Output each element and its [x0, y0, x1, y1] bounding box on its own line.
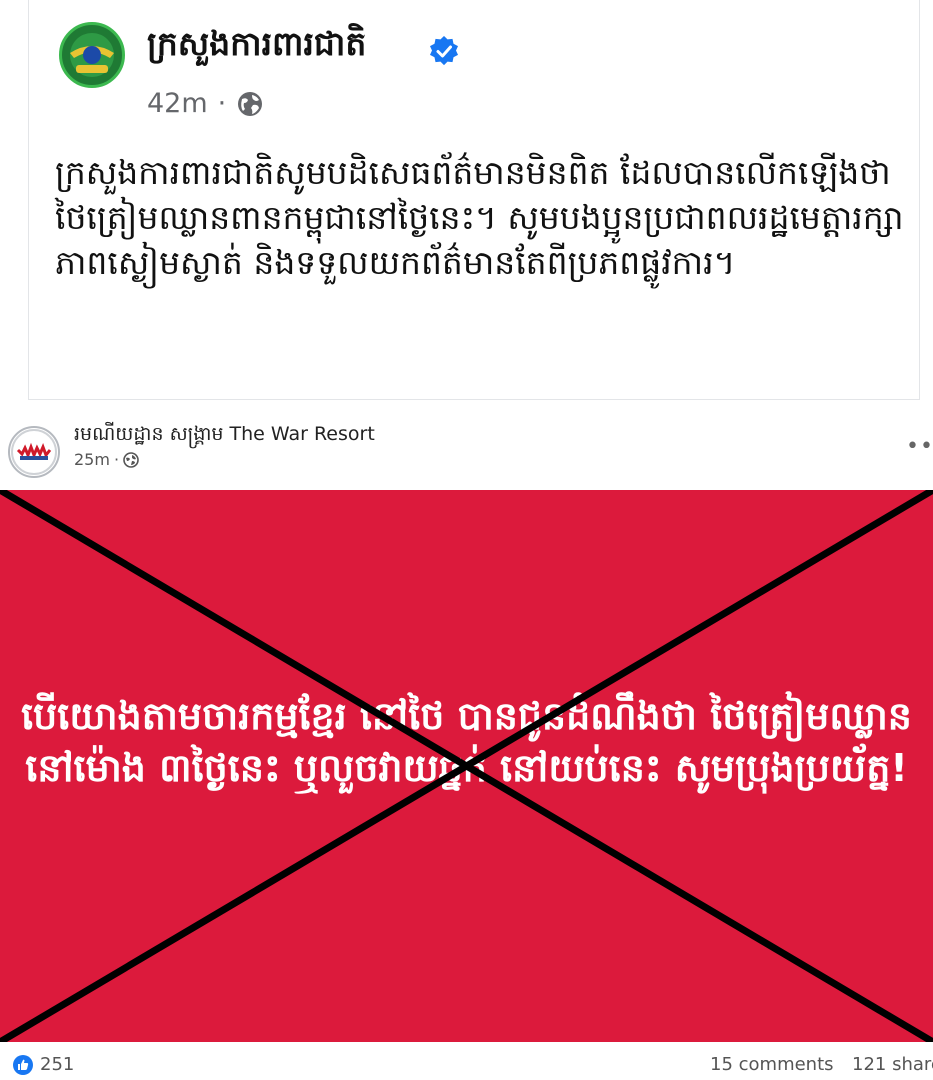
post-time[interactable]: 42m	[147, 88, 208, 119]
shared-fake-post-image: រមណីយដ្ឋាន សង្គ្រាម The War Resort 25m ·…	[0, 404, 933, 1080]
shared-meta-separator: ·	[113, 450, 120, 469]
post-body-text: ក្រសួងការពារជាតិសូមបដិសេធព័ត៌មានមិនពិត ដ…	[55, 153, 904, 282]
more-options-icon: •••	[906, 434, 933, 459]
shared-globe-icon	[123, 451, 139, 468]
shared-post-time: 25m	[74, 450, 110, 469]
globe-icon	[238, 91, 263, 116]
like-count: 251	[40, 1054, 75, 1075]
ministry-logo-avatar[interactable]	[59, 22, 125, 88]
shared-page-name: រមណីយដ្ឋាន សង្គ្រាម The War Resort	[74, 423, 375, 445]
shared-post-meta: 25m ·	[74, 450, 139, 469]
verified-badge-icon	[430, 36, 458, 66]
reactions-bar: 251 15 comments 121 share	[0, 1042, 933, 1080]
ministry-emblem-icon	[64, 27, 120, 83]
war-resort-avatar	[8, 426, 60, 478]
ministry-post: ក្រសួងការពារជាតិ 42m · ក្រសួងការពារជាតិស…	[28, 0, 920, 400]
comments-count: 15 comments	[710, 1054, 834, 1075]
fake-news-banner: បើយោងតាមចារកម្មខ្មែរ នៅថៃ បានជូនដំណឹងថា …	[0, 490, 933, 1042]
war-resort-logo-icon	[11, 429, 57, 475]
like-reaction-icon	[13, 1055, 33, 1075]
cross-out-x-icon	[0, 490, 933, 1042]
page-name[interactable]: ក្រសួងការពារជាតិ	[147, 24, 366, 72]
meta-separator: ·	[217, 88, 227, 119]
post-meta: 42m ·	[147, 88, 264, 119]
shares-count: 121 share	[852, 1054, 933, 1075]
